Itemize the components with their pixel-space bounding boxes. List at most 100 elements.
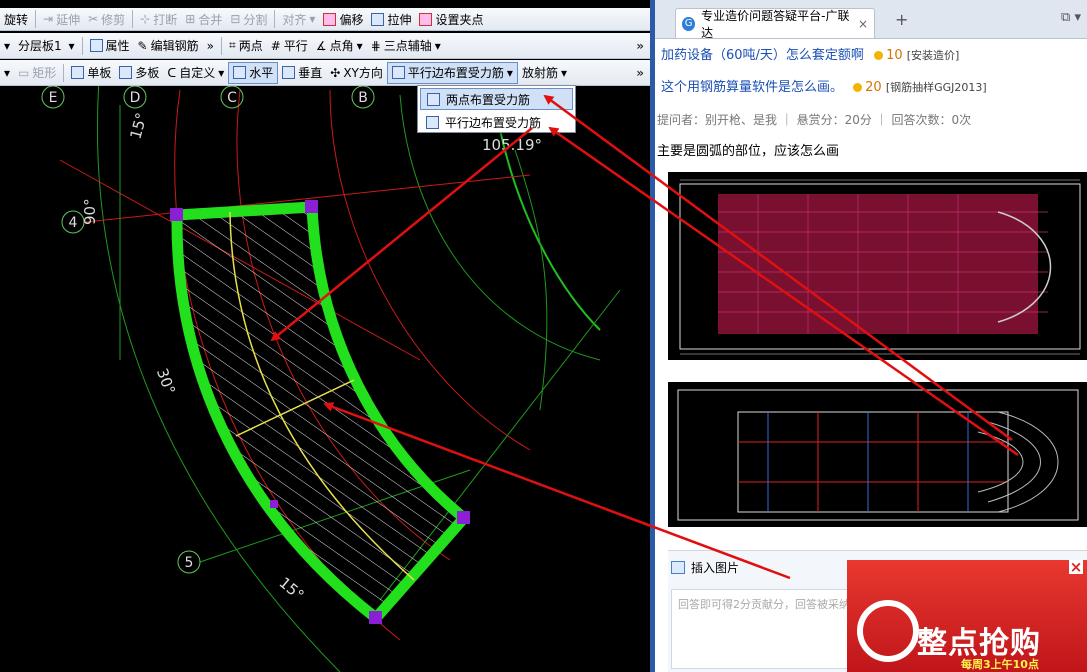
extend-icon: ⇥ xyxy=(43,12,54,26)
toolbar2-more[interactable]: » xyxy=(203,36,218,56)
point-angle-button[interactable]: ∡ 点角 ▾ xyxy=(312,36,367,56)
horizontal-button[interactable]: 水平 xyxy=(228,61,279,84)
parallel-edge-rebar-icon xyxy=(426,115,439,129)
wall-arc xyxy=(499,129,601,331)
cad-canvas[interactable]: E D C B 4 5 15° 90° 30° 15° 105.19° xyxy=(0,86,650,672)
rectangle-icon: ▭ xyxy=(18,65,30,80)
menu-two-point-rebar[interactable]: 两点布置受力筋 xyxy=(420,88,573,110)
grip-icon xyxy=(419,12,433,26)
new-tab-button[interactable]: + xyxy=(895,10,908,29)
stretch-button[interactable]: 拉伸 xyxy=(367,9,415,29)
question-link[interactable]: 这个用钢筋算量软件是怎么画。 xyxy=(661,80,843,95)
promo-banner[interactable]: × 整点抢购 每周3上午10点 xyxy=(847,560,1087,672)
layer-select[interactable]: 分层板1 ▾ xyxy=(14,36,78,56)
horizontal-icon xyxy=(233,66,247,79)
multi-slab-icon xyxy=(119,66,133,79)
trim-button[interactable]: ✂ 修剪 xyxy=(84,9,129,29)
custom-icon: ᑕ xyxy=(167,65,177,80)
custom-button[interactable]: ᑕ 自定义 ▾ xyxy=(163,63,228,83)
parallel-edge-icon xyxy=(391,66,405,79)
single-slab-icon xyxy=(71,66,85,79)
angle-label-15-bottom: 15° xyxy=(276,573,308,604)
category-tag[interactable]: [钢筋抽样GGJ2013] xyxy=(886,81,987,94)
edit-rebar-icon: ✎ xyxy=(137,38,148,53)
attached-drawing-detail[interactable] xyxy=(668,382,1087,527)
rebar-toolbar: ▾ 分层板1 ▾ 属性 ✎ 编辑钢筋 » ⌗ 两点 # 平行 ∡ 点角 ▾ ⋕ 三点辅轴 ▾ … xyxy=(0,33,650,59)
site-logo-icon: G xyxy=(682,16,696,31)
coin-icon xyxy=(874,51,884,60)
axis-label-e: E xyxy=(49,90,58,106)
split-icon: ⊟ xyxy=(230,12,241,26)
promo-subtitle: 每周3上午10点 xyxy=(961,658,1039,671)
tab-bar: G 专业造价问题答疑平台-广联达 × + ⧉ ▾ xyxy=(655,0,1087,40)
point-angle-icon: ∡ xyxy=(315,38,327,53)
properties-button[interactable]: 属性 xyxy=(86,36,134,56)
axis-label-b: B xyxy=(358,90,368,106)
trim-icon: ✂ xyxy=(88,12,99,26)
window-controls-icon[interactable]: ⧉ ▾ xyxy=(1061,10,1081,25)
xy-icon: ✣ xyxy=(330,65,341,80)
rebar-layout-menu: 两点布置受力筋 平行边布置受力筋 xyxy=(417,85,576,133)
edit-rebar-button[interactable]: ✎ 编辑钢筋 xyxy=(134,36,203,56)
two-point-rebar-icon xyxy=(427,92,440,106)
question-item[interactable]: 加药设备（60吨/天）怎么套定额啊 10 [安装造价] xyxy=(661,44,959,63)
slab-rebar-toolbar: ▾ ▭ 矩形 单板 多板 ᑕ 自定义 ▾ 水平 垂直 ✣ XY方向 平行边布置受力筋 ▾ … xyxy=(0,60,650,86)
stretch-icon xyxy=(371,12,385,26)
toolbar3-more[interactable]: » xyxy=(636,66,650,80)
offset-button[interactable]: 偏移 xyxy=(319,9,367,29)
tab-qa-platform[interactable]: G 专业造价问题答疑平台-广联达 × xyxy=(675,8,875,40)
cad-window: 旋转 ⇥ 延伸 ✂ 修剪 ⊹ 打断 ⊞ 合并 ⊟ 分割 对齐 ▾ 偏移 拉伸 设置夹点 ▾ … xyxy=(0,0,650,672)
split-button[interactable]: ⊟ 分割 xyxy=(226,9,271,29)
attached-drawing-plan[interactable] xyxy=(668,172,1087,360)
offset-icon xyxy=(323,12,337,26)
angle-label-15-top: 15° xyxy=(126,111,150,141)
break-icon: ⊹ xyxy=(140,12,151,26)
axis-arc-b xyxy=(399,94,601,361)
two-points-icon: ⌗ xyxy=(228,38,236,52)
align-button[interactable]: 对齐 ▾ xyxy=(278,9,319,29)
parallel-edge-rebar-dropdown[interactable]: 平行边布置受力筋 ▾ xyxy=(386,61,518,84)
rectangle-button[interactable]: ▭ 矩形 xyxy=(14,63,60,83)
question-item[interactable]: 这个用钢筋算量软件是怎么画。 20 [钢筋抽样GGJ2013] xyxy=(661,76,987,95)
parallel-icon: # xyxy=(270,38,281,53)
toolbar2-more-right[interactable]: » xyxy=(636,39,650,53)
break-button[interactable]: ⊹ 打断 xyxy=(136,9,181,29)
close-icon[interactable]: × xyxy=(858,17,868,31)
axis-label-5: 5 xyxy=(185,555,194,571)
multi-slab-button[interactable]: 多板 xyxy=(115,63,163,83)
insert-image-button[interactable]: 插入图片 xyxy=(671,559,739,576)
set-grip-button[interactable]: 设置夹点 xyxy=(415,9,487,29)
close-icon[interactable]: × xyxy=(1069,560,1083,575)
angle-label-105: 105.19° xyxy=(482,136,542,154)
category-tag[interactable]: [安装造价] xyxy=(907,49,960,62)
vertical-button[interactable]: 垂直 xyxy=(278,63,326,83)
edit-toolbar: 旋转 ⇥ 延伸 ✂ 修剪 ⊹ 打断 ⊞ 合并 ⊟ 分割 对齐 ▾ 偏移 拉伸 设置夹点 xyxy=(0,8,650,31)
tab-title: 专业造价问题答疑平台-广联达 xyxy=(701,8,850,40)
toolbar3-left-dropdown[interactable]: ▾ xyxy=(0,63,14,83)
rotate-button[interactable]: 旋转 xyxy=(0,9,32,29)
menu-parallel-edge-rebar[interactable]: 平行边布置受力筋 xyxy=(420,112,573,132)
arc-slab[interactable] xyxy=(171,201,470,624)
reward-points: 10 xyxy=(886,48,903,63)
toolbar2-left-dropdown[interactable]: ▾ xyxy=(0,36,14,56)
axis-label-c: C xyxy=(227,90,237,106)
three-axis-icon: ⋕ xyxy=(370,38,381,53)
angle-label-90: 90° xyxy=(81,198,99,225)
question-link[interactable]: 加药设备（60吨/天）怎么套定额啊 xyxy=(661,48,864,63)
merge-button[interactable]: ⊞ 合并 xyxy=(181,9,226,29)
extend-button[interactable]: ⇥ 延伸 xyxy=(39,9,84,29)
axis-label-d: D xyxy=(130,90,141,106)
parallel-button[interactable]: # 平行 xyxy=(267,36,312,56)
single-slab-button[interactable]: 单板 xyxy=(67,63,115,83)
coin-icon xyxy=(853,83,863,92)
angle-label-30: 30° xyxy=(153,366,179,397)
inner-grid-arc xyxy=(514,149,548,411)
xy-direction-button[interactable]: ✣ XY方向 xyxy=(326,63,387,83)
question-meta: 提问者：别开枪、是我 ｜ 悬赏分：20分 ｜ 回答次数：0次 xyxy=(657,113,972,127)
radial-rebar-button[interactable]: 放射筋 ▾ xyxy=(518,63,571,83)
three-point-axis-button[interactable]: ⋕ 三点辅轴 ▾ xyxy=(367,36,445,56)
axis-label-4: 4 xyxy=(69,215,78,231)
two-points-button[interactable]: ⌗ 两点 xyxy=(225,36,267,56)
clock-icon xyxy=(857,600,919,662)
vertical-icon xyxy=(282,66,296,79)
